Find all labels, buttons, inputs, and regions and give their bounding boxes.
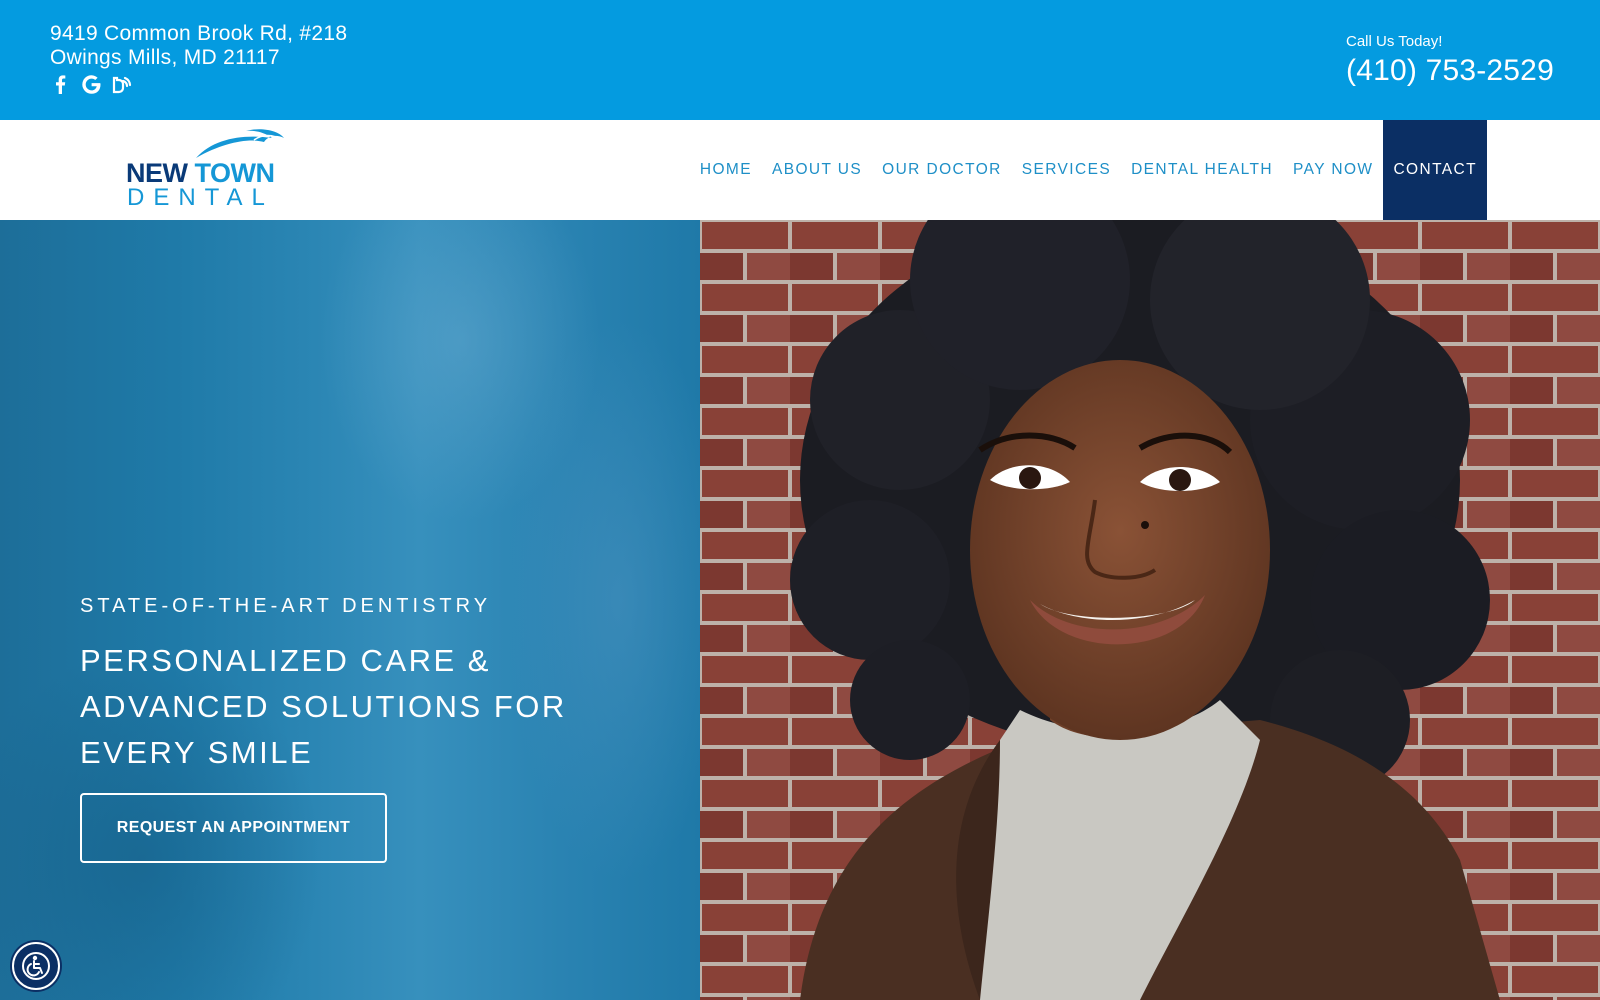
nav-about-us[interactable]: ABOUT US [762, 120, 872, 220]
hero-section: STATE-OF-THE-ART DENTISTRY PERSONALIZED … [0, 220, 1600, 1000]
nav-contact[interactable]: CONTACT [1383, 120, 1487, 220]
google-icon[interactable] [81, 74, 101, 94]
review-icon[interactable] [112, 74, 132, 94]
request-appointment-button[interactable]: REQUEST AN APPOINTMENT [80, 793, 387, 863]
logo-word-dental: DENTAL [127, 184, 274, 211]
hero-headline-line-2: ADVANCED SOLUTIONS FOR [80, 689, 567, 724]
main-header: NEW TOWN DENTAL HOME ABOUT US OUR DOCTOR… [0, 120, 1600, 220]
nav-dental-health[interactable]: DENTAL HEALTH [1121, 120, 1283, 220]
accessibility-icon [22, 952, 50, 980]
nav-services[interactable]: SERVICES [1012, 120, 1121, 220]
site-logo[interactable]: NEW TOWN DENTAL [126, 128, 286, 212]
nav-pay-now[interactable]: PAY NOW [1283, 120, 1383, 220]
address-line-1: 9419 Common Brook Rd, #218 [50, 22, 348, 45]
call-label: Call Us Today! [1346, 33, 1443, 50]
facebook-icon[interactable] [50, 74, 70, 94]
nav-our-doctor[interactable]: OUR DOCTOR [872, 120, 1012, 220]
address-line-2: Owings Mills, MD 21117 [50, 46, 280, 69]
primary-navigation: HOME ABOUT US OUR DOCTOR SERVICES DENTAL… [690, 120, 1487, 220]
top-info-bar: 9419 Common Brook Rd, #218 Owings Mills,… [0, 0, 1600, 120]
social-links [50, 74, 132, 94]
call-block: Call Us Today! (410) 753-2529 [1346, 33, 1554, 89]
accessibility-button[interactable] [12, 942, 60, 990]
logo-wave-icon [196, 129, 284, 158]
address: 9419 Common Brook Rd, #218 Owings Mills,… [50, 22, 347, 70]
phone-link[interactable]: (410) 753-2529 [1346, 53, 1554, 89]
hero-headline: PERSONALIZED CARE & ADVANCED SOLUTIONS F… [80, 638, 600, 776]
hero-headline-line-3: EVERY SMILE [80, 735, 314, 770]
hero-photo [700, 220, 1600, 1000]
hero-eyebrow: STATE-OF-THE-ART DENTISTRY [80, 595, 492, 617]
hero-headline-line-1: PERSONALIZED CARE & [80, 643, 491, 678]
nav-home[interactable]: HOME [690, 120, 762, 220]
